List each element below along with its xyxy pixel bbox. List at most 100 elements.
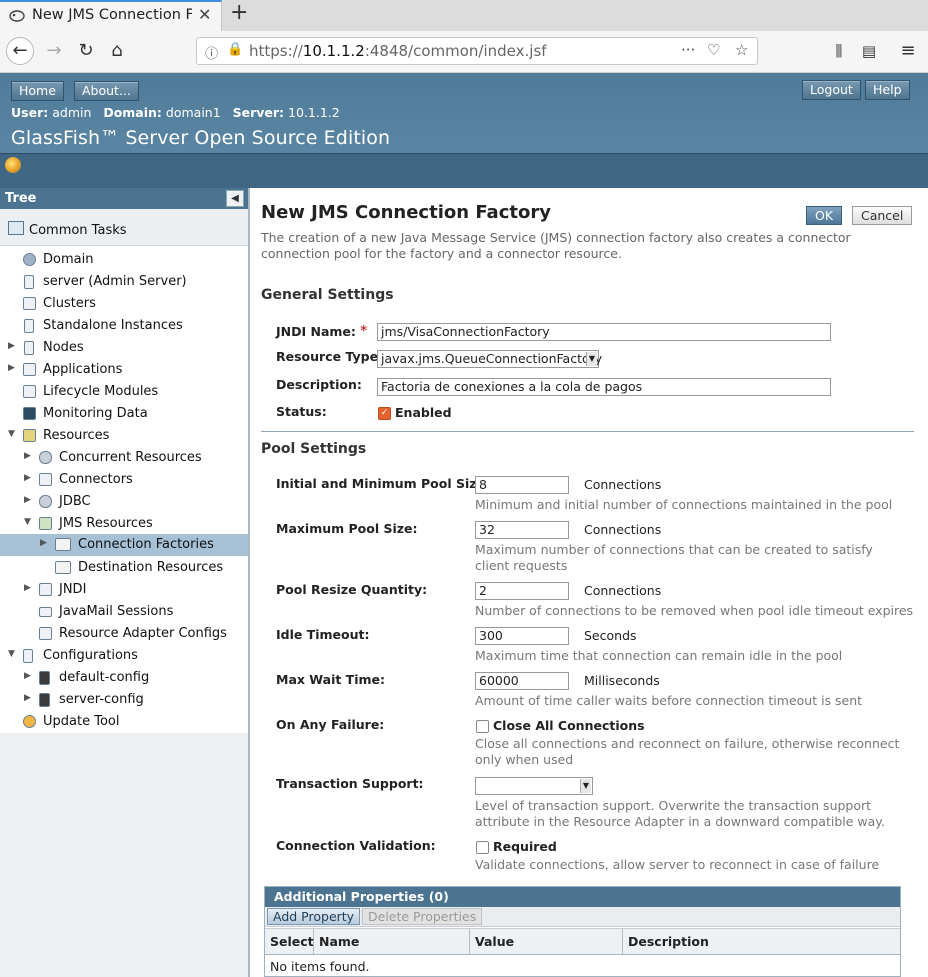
- logout-button[interactable]: Logout: [802, 80, 861, 100]
- jndi-name-input[interactable]: jms/VisaConnectionFactory: [377, 323, 831, 341]
- properties-table-title: Additional Properties (0): [265, 887, 900, 907]
- empty-table-message: No items found.: [270, 959, 370, 974]
- resource-type-select[interactable]: javax.jms.QueueConnectionFactory ▼: [377, 350, 603, 368]
- tree-node-connectors[interactable]: ▶ Connectors: [0, 469, 248, 491]
- expand-icon[interactable]: ▶: [24, 495, 31, 505]
- browser-tab[interactable]: New JMS Connection Fac ✕: [0, 0, 222, 31]
- back-icon[interactable]: ←: [6, 37, 34, 65]
- tree-node-update-tool[interactable]: Update Tool: [0, 711, 248, 733]
- max-wait-time-input[interactable]: 60000: [475, 672, 569, 690]
- header-subbar: [0, 153, 928, 189]
- max-pool-size-label: Maximum Pool Size:: [276, 521, 418, 536]
- resource-type-value: javax.jms.QueueConnectionFactory: [381, 351, 603, 366]
- cancel-button[interactable]: Cancel: [852, 206, 913, 225]
- tree-node-jndi[interactable]: ▶ JNDI: [0, 579, 248, 601]
- new-tab-icon[interactable]: +: [230, 0, 248, 25]
- pool-resize-input[interactable]: 2: [475, 582, 569, 600]
- bookmark-star-icon[interactable]: ☆: [735, 41, 748, 59]
- collapse-icon[interactable]: ▼: [24, 517, 31, 527]
- expand-icon[interactable]: ▶: [8, 341, 15, 351]
- validation-required-checkbox[interactable]: [476, 841, 489, 854]
- expand-icon[interactable]: ▶: [24, 451, 31, 461]
- resource-type-label: Resource Type:: [276, 349, 384, 364]
- tab-close-icon[interactable]: ✕: [198, 5, 211, 24]
- page-title: New JMS Connection Factory: [261, 202, 551, 223]
- connection-validation-label: Connection Validation:: [276, 838, 436, 853]
- library-icon[interactable]: ⫼: [825, 37, 853, 65]
- tree-node-applications[interactable]: ▶ Applications: [0, 359, 248, 381]
- column-select[interactable]: Select: [265, 929, 314, 954]
- help-button[interactable]: Help: [865, 80, 910, 100]
- tree-node-nodes[interactable]: ▶ Nodes: [0, 337, 248, 359]
- enabled-checkbox[interactable]: ✓: [378, 407, 391, 420]
- tree-node-concurrent-resources[interactable]: ▶ Concurrent Resources: [0, 447, 248, 469]
- tree-node-configurations[interactable]: ▼ Configurations: [0, 645, 248, 667]
- status-label: Status:: [276, 404, 327, 419]
- tree-node-connection-factories[interactable]: ▶ Connection Factories: [0, 534, 248, 556]
- tree-node-domain[interactable]: Domain: [0, 249, 248, 271]
- page-actions-icon[interactable]: ···: [681, 41, 695, 59]
- tree-node-jdbc[interactable]: ▶ JDBC: [0, 491, 248, 513]
- tree-node-standalone-instances[interactable]: Standalone Instances: [0, 315, 248, 337]
- page-help-text: The creation of a new Java Message Servi…: [261, 230, 851, 261]
- expand-icon[interactable]: ▶: [24, 473, 31, 483]
- tree-node-destination-resources[interactable]: Destination Resources: [0, 557, 248, 579]
- expand-icon[interactable]: ▶: [24, 583, 31, 593]
- transaction-support-label: Transaction Support:: [276, 776, 424, 791]
- sidebar-icon[interactable]: ▤: [855, 37, 883, 65]
- update-center-icon[interactable]: [5, 157, 21, 173]
- tree-node-server[interactable]: server (Admin Server): [0, 271, 248, 293]
- menu-icon[interactable]: ≡: [894, 37, 922, 65]
- pocket-icon[interactable]: ♡: [707, 41, 720, 59]
- home-button[interactable]: Home: [11, 81, 64, 101]
- delete-properties-button[interactable]: Delete Properties: [362, 908, 483, 925]
- tree-node-jms-resources[interactable]: ▼ JMS Resources: [0, 513, 248, 535]
- collapse-tree-icon[interactable]: ◀: [226, 190, 244, 207]
- max-pool-size-input[interactable]: 32: [475, 521, 569, 539]
- forward-icon[interactable]: →: [40, 37, 68, 65]
- column-value[interactable]: Value: [470, 929, 623, 954]
- config-icon: [39, 693, 50, 707]
- idle-timeout-unit: Seconds: [584, 628, 637, 643]
- collapse-icon[interactable]: ▼: [8, 649, 15, 659]
- nodes-icon: [24, 341, 34, 355]
- expand-icon[interactable]: ▶: [40, 538, 47, 548]
- initial-pool-size-label: Initial and Minimum Pool Size:: [276, 476, 491, 491]
- tree-node-server-config[interactable]: ▶ server-config: [0, 689, 248, 711]
- expand-icon[interactable]: ▶: [8, 363, 15, 373]
- expand-icon[interactable]: ▶: [24, 671, 31, 681]
- add-property-button[interactable]: Add Property: [267, 908, 361, 925]
- pool-resize-hint: Number of connections to be removed when…: [475, 603, 914, 618]
- column-name[interactable]: Name: [314, 929, 470, 954]
- tree-node-monitoring-data[interactable]: Monitoring Data: [0, 403, 248, 425]
- properties-column-headers: Select Name Value Description: [265, 928, 900, 955]
- url-bar[interactable]: ⓘ 🔒 https://10.1.1.2:4848/common/index.j…: [196, 37, 758, 65]
- url-text[interactable]: https://10.1.1.2:4848/common/index.jsf: [249, 42, 547, 60]
- site-info-icon[interactable]: ⓘ: [205, 43, 218, 62]
- transaction-support-select[interactable]: ▼: [475, 777, 593, 795]
- collapse-icon[interactable]: ▼: [8, 429, 15, 439]
- ok-button[interactable]: OK: [806, 206, 843, 225]
- description-input[interactable]: Factoria de conexiones a la cola de pago…: [377, 378, 831, 396]
- connectors-icon: [39, 473, 52, 486]
- tree-node-resource-adapter-configs[interactable]: Resource Adapter Configs: [0, 623, 248, 645]
- close-all-connections-checkbox[interactable]: [476, 720, 489, 733]
- tree-node-javamail-sessions[interactable]: JavaMail Sessions: [0, 601, 248, 623]
- reload-icon[interactable]: ↻: [72, 37, 100, 65]
- home-icon[interactable]: ⌂: [103, 37, 131, 65]
- tree-node-clusters[interactable]: Clusters: [0, 293, 248, 315]
- column-description[interactable]: Description: [623, 929, 900, 954]
- tree-node-lifecycle-modules[interactable]: Lifecycle Modules: [0, 381, 248, 403]
- tree-node-default-config[interactable]: ▶ default-config: [0, 667, 248, 689]
- expand-icon[interactable]: ▶: [24, 693, 31, 703]
- product-brand: GlassFish™ Server Open Source Edition: [11, 127, 391, 149]
- tree-node-resources[interactable]: ▼ Resources: [0, 425, 248, 447]
- initial-pool-size-input[interactable]: 8: [475, 476, 569, 494]
- monitoring-icon: [23, 407, 36, 420]
- description-label: Description:: [276, 377, 362, 392]
- idle-timeout-input[interactable]: 300: [475, 627, 569, 645]
- insecure-lock-icon[interactable]: 🔒: [227, 42, 243, 57]
- about-button[interactable]: About...: [74, 81, 139, 101]
- folder-icon: [55, 538, 71, 551]
- common-tasks[interactable]: Common Tasks: [0, 209, 248, 246]
